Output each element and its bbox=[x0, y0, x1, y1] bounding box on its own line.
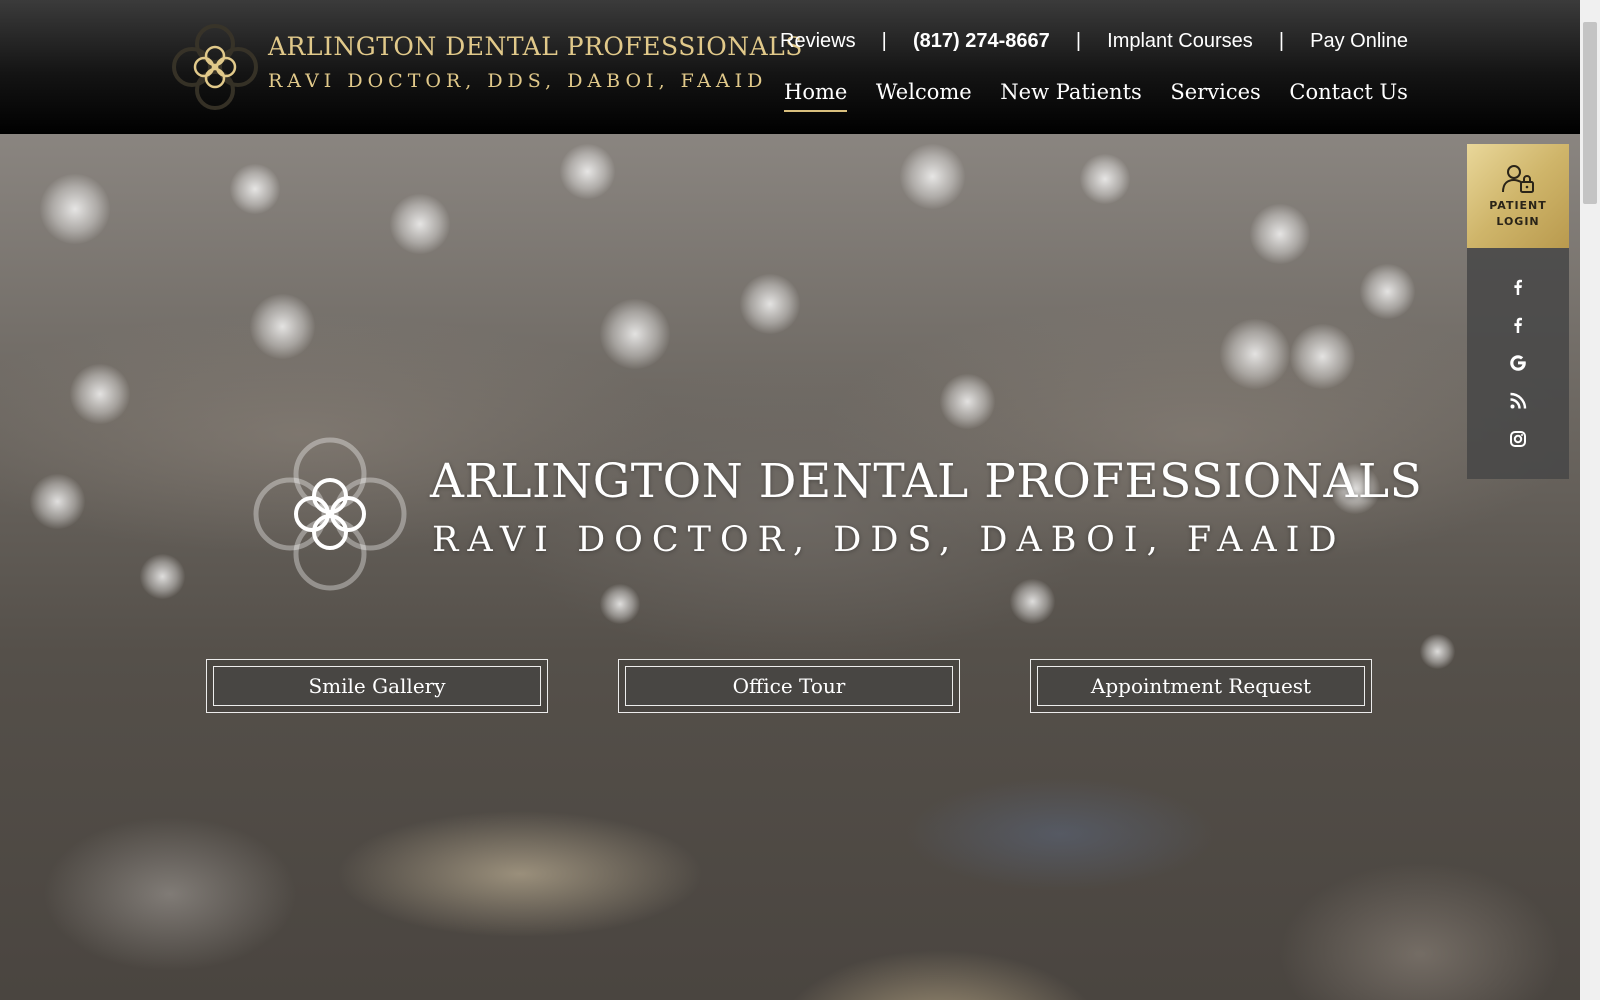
patient-login-line1: PATIENT bbox=[1489, 199, 1547, 212]
page-scrollbar[interactable] bbox=[1580, 0, 1600, 1000]
rss-icon bbox=[1510, 392, 1527, 409]
patient-login-line2: LOGIN bbox=[1496, 215, 1540, 228]
phone-link[interactable]: (817) 274-8667 bbox=[913, 30, 1050, 53]
patient-login-label: PATIENT LOGIN bbox=[1489, 198, 1547, 230]
facebook-link-secondary[interactable] bbox=[1467, 306, 1569, 344]
smile-gallery-button[interactable]: Smile Gallery bbox=[206, 659, 548, 713]
logo-practice-name: ARLINGTON DENTAL PROFESSIONALS bbox=[268, 32, 803, 61]
site-logo[interactable]: ARLINGTON DENTAL PROFESSIONALS RAVI DOCT… bbox=[170, 22, 802, 114]
google-link[interactable] bbox=[1467, 344, 1569, 382]
appointment-request-label: Appointment Request bbox=[1037, 666, 1365, 706]
scrollbar-thumb[interactable] bbox=[1583, 22, 1597, 204]
utility-nav: Reviews | (817) 274-8667 | Implant Cours… bbox=[780, 28, 1408, 54]
facebook-icon bbox=[1514, 317, 1522, 333]
facebook-link[interactable] bbox=[1467, 268, 1569, 306]
site-header: ARLINGTON DENTAL PROFESSIONALS RAVI DOCT… bbox=[0, 0, 1580, 134]
logo-doctor-credentials: RAVI DOCTOR, DDS, DABOI, FAAID bbox=[268, 70, 768, 92]
implant-courses-link[interactable]: Implant Courses bbox=[1107, 30, 1253, 53]
rss-link[interactable] bbox=[1467, 382, 1569, 420]
hero-practice-name: ARLINGTON DENTAL PROFESSIONALS bbox=[430, 454, 1423, 509]
instagram-icon bbox=[1510, 431, 1526, 447]
nav-new-patients[interactable]: New Patients bbox=[1000, 80, 1141, 112]
utility-separator: | bbox=[1278, 29, 1285, 52]
hero-brand: ARLINGTON DENTAL PROFESSIONALS RAVI DOCT… bbox=[250, 434, 1422, 594]
nav-contact-us[interactable]: Contact Us bbox=[1289, 80, 1408, 112]
utility-separator: | bbox=[881, 29, 887, 52]
office-tour-label: Office Tour bbox=[625, 666, 953, 706]
google-icon bbox=[1510, 355, 1526, 371]
utility-separator: | bbox=[1075, 29, 1082, 52]
appointment-request-button[interactable]: Appointment Request bbox=[1030, 659, 1372, 713]
user-lock-icon bbox=[1502, 165, 1534, 193]
smile-gallery-label: Smile Gallery bbox=[213, 666, 541, 706]
reviews-link[interactable]: Reviews bbox=[780, 30, 856, 53]
logo-quatrefoil-icon bbox=[172, 24, 258, 110]
hero-quatrefoil-icon bbox=[253, 437, 407, 591]
side-panel: PATIENT LOGIN bbox=[1467, 144, 1569, 479]
hero-doctor-credentials: RAVI DOCTOR, DDS, DABOI, FAAID bbox=[432, 520, 1346, 560]
main-nav: Home Welcome New Patients Services Conta… bbox=[784, 80, 1408, 120]
nav-home[interactable]: Home bbox=[784, 80, 848, 112]
instagram-link[interactable] bbox=[1467, 420, 1569, 458]
hero-banner: ARLINGTON DENTAL PROFESSIONALS RAVI DOCT… bbox=[0, 134, 1580, 1000]
office-tour-button[interactable]: Office Tour bbox=[618, 659, 960, 713]
nav-services[interactable]: Services bbox=[1170, 80, 1260, 112]
pay-online-link[interactable]: Pay Online bbox=[1310, 30, 1408, 53]
patient-login-button[interactable]: PATIENT LOGIN bbox=[1467, 144, 1569, 248]
facebook-icon bbox=[1514, 279, 1522, 295]
nav-welcome[interactable]: Welcome bbox=[876, 80, 972, 112]
